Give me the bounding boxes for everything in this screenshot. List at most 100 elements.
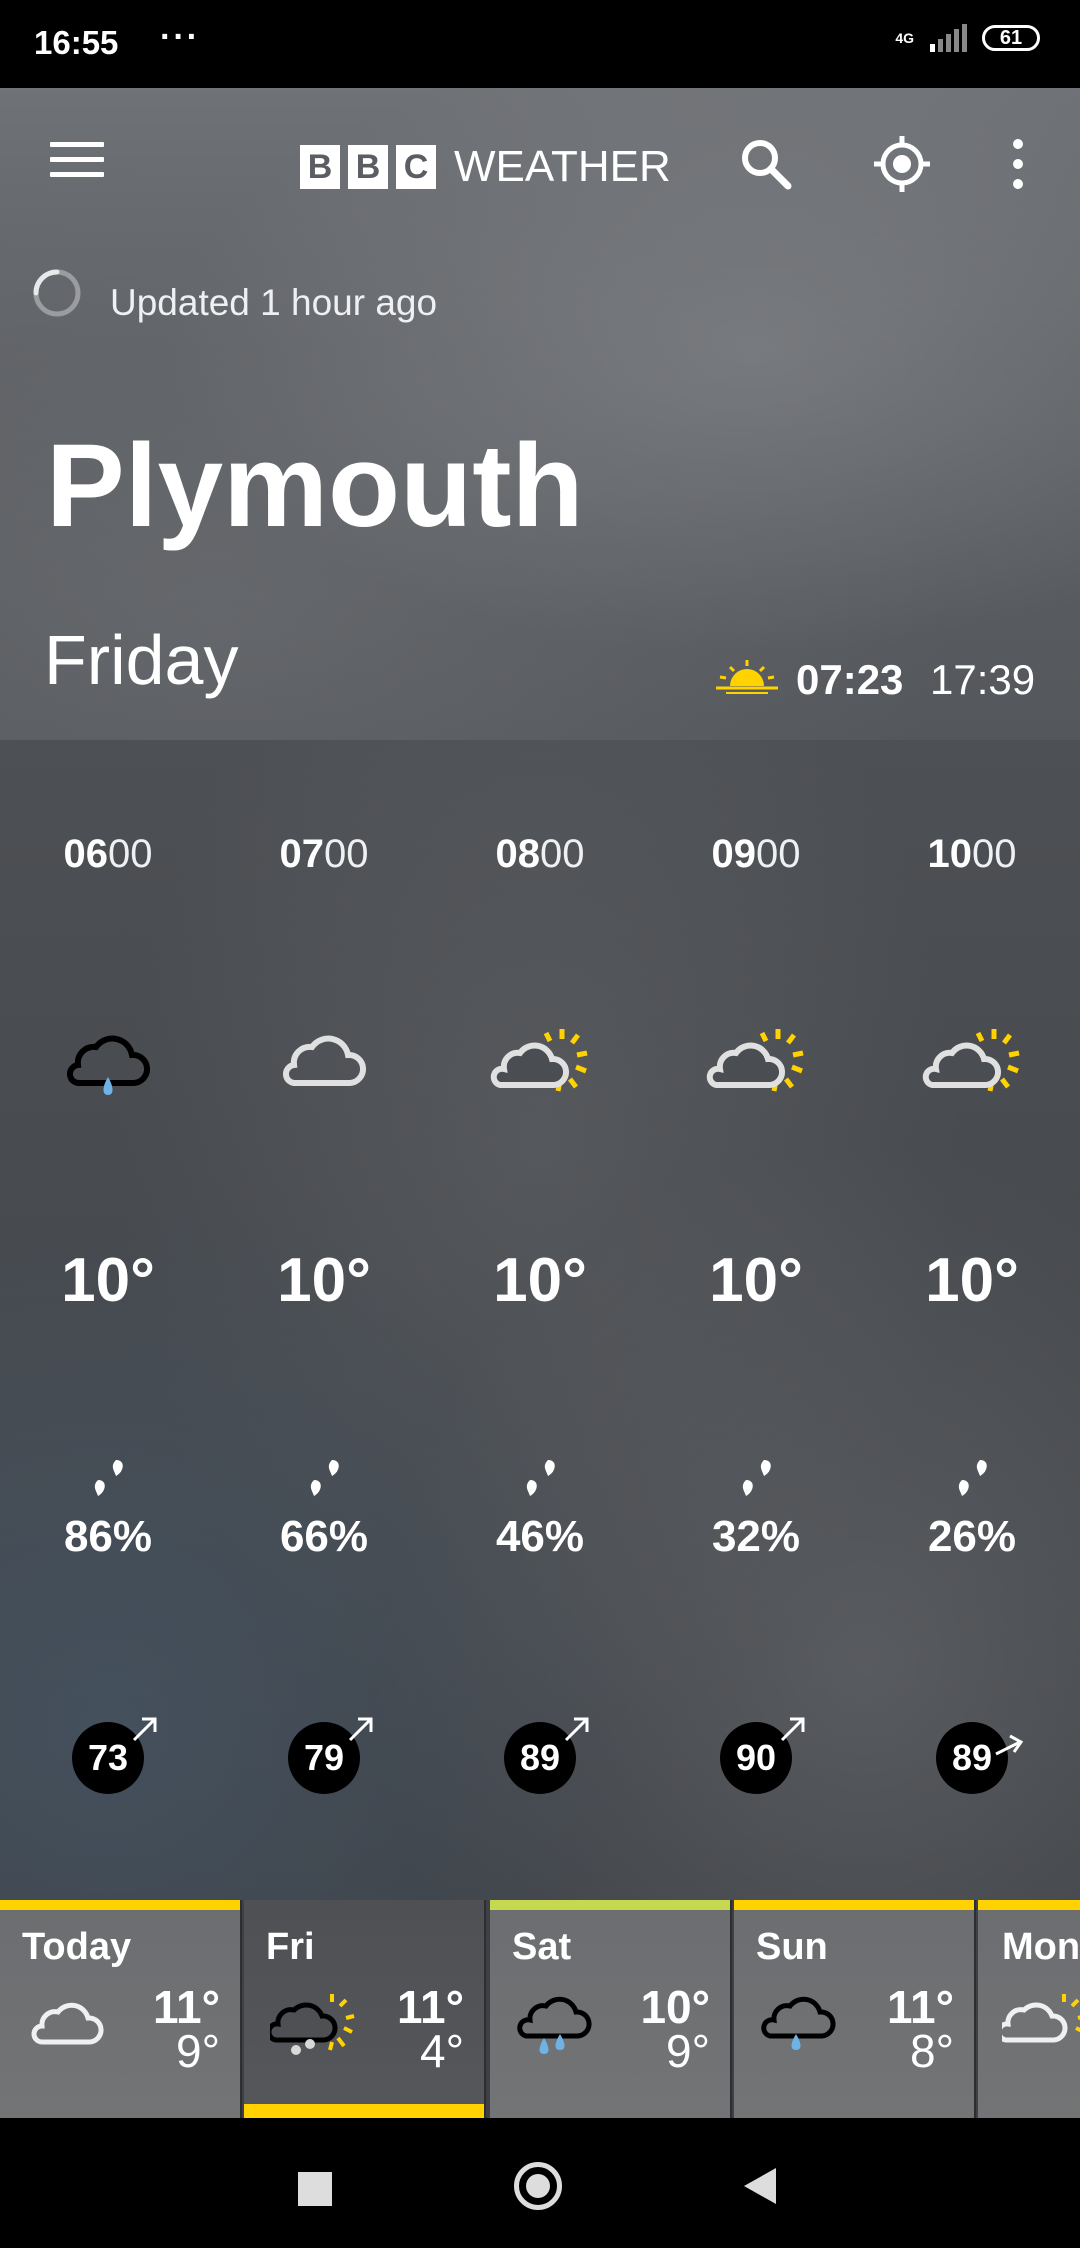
sunset-time: 17:39	[930, 656, 1036, 703]
status-indicators: 4G 61	[895, 24, 1040, 52]
selected-indicator	[244, 2104, 484, 2118]
hour-time-hours: 09	[711, 832, 757, 876]
battery-indicator: 61	[982, 25, 1040, 51]
rain-probability: 86%	[63, 1512, 153, 1561]
bbc-letter: B	[300, 145, 340, 189]
hour-time: 0900	[648, 832, 864, 877]
more-options-icon[interactable]	[990, 134, 1046, 194]
hour-column[interactable]: 0900 10° 32% 90	[648, 740, 864, 1900]
bbc-weather-logo: B B C WEATHER	[300, 142, 671, 192]
bbc-letter: B	[348, 145, 388, 189]
system-nav-bar	[0, 2118, 1080, 2248]
raindrops-icon	[958, 1460, 987, 1496]
location-icon[interactable]	[872, 134, 932, 194]
selected-day: Friday	[44, 621, 239, 699]
hour-column[interactable]: 0600 10° 86% 73	[0, 740, 216, 1900]
day-indicator-bar	[0, 1900, 240, 1910]
hour-time: 0700	[216, 832, 432, 877]
hour-time-hours: 10	[927, 832, 973, 876]
menu-bar	[50, 142, 104, 147]
day-card-sat[interactable]: Sat 10° 9°	[490, 1900, 732, 2118]
status-bar: 16:55 ··· 4G 61	[0, 0, 1080, 88]
rain-probability: 46%	[495, 1512, 585, 1561]
hour-time-hours: 08	[495, 832, 541, 876]
hour-column[interactable]: 0800 10° 46% 89	[432, 740, 648, 1900]
hour-temperature: 10°	[493, 1246, 587, 1315]
raindrops-icon	[742, 1460, 771, 1496]
cloud-icon	[31, 2002, 104, 2045]
bbc-letter: C	[396, 145, 436, 189]
raindrops-icon	[526, 1460, 555, 1496]
day-low-temp: 9°	[176, 2025, 220, 2077]
hour-temperature: 10°	[925, 1246, 1019, 1315]
wind-direction-icon	[132, 1717, 157, 1742]
day-card-today[interactable]: Today 11° 9°	[0, 1900, 242, 2118]
notification-dots: ···	[160, 18, 200, 56]
cloud-icon	[283, 1035, 367, 1087]
daily-forecast[interactable]: Today 11° 9° Fri 11° 4° Sat 10° 9° Sun 1…	[0, 1900, 1080, 2118]
search-icon[interactable]	[736, 134, 796, 194]
wind-direction-icon	[995, 1734, 1024, 1756]
network-indicator: 4G	[895, 31, 914, 45]
hour-temperature: 10°	[709, 1246, 803, 1315]
refresh-spinner-icon[interactable]	[32, 268, 82, 318]
brand-word: WEATHER	[454, 142, 671, 191]
signal-icon	[930, 24, 967, 52]
day-low-temp: 8°	[910, 2025, 954, 2077]
status-time: 16:55	[34, 24, 119, 61]
recent-apps-button[interactable]	[298, 2172, 332, 2206]
hour-time-minutes: 00	[324, 832, 369, 876]
cloud-light-rain-icon	[67, 1035, 151, 1095]
hour-time: 1000	[864, 832, 1080, 877]
day-indicator-bar	[978, 1900, 1080, 1910]
day-name: Mon	[1002, 1926, 1080, 1968]
day-low-temp: 4°	[420, 2025, 464, 2077]
sunrise-icon	[716, 660, 778, 694]
day-indicator-bar	[734, 1900, 974, 1910]
home-button[interactable]	[514, 2162, 562, 2210]
day-card-fri[interactable]: Fri 11° 4°	[244, 1900, 486, 2118]
hour-time-hours: 07	[279, 832, 325, 876]
hour-time: 0600	[0, 832, 216, 877]
location-name: Plymouth	[46, 420, 584, 552]
day-card-mon[interactable]: Mon	[978, 1900, 1080, 2118]
wind-direction-icon	[780, 1717, 805, 1742]
back-button[interactable]	[744, 2168, 776, 2204]
sun-cloud-icon	[706, 1029, 804, 1092]
sleet-sun-icon	[270, 1994, 355, 2055]
hour-time-minutes: 00	[756, 832, 801, 876]
hourly-forecast[interactable]: 0600 10° 86% 73 0700 10° 66% 79 0800 10°…	[0, 740, 1080, 1900]
day-low-temp: 9°	[666, 2025, 710, 2077]
hour-time-hours: 06	[63, 832, 109, 876]
day-name: Sat	[512, 1926, 572, 1968]
hour-time-minutes: 00	[540, 832, 585, 876]
rain-probability: 66%	[279, 1512, 369, 1561]
hour-temperature: 10°	[277, 1246, 371, 1315]
light-rain-cloud-icon	[761, 1996, 836, 2050]
raindrops-icon	[94, 1460, 123, 1496]
hour-time-minutes: 00	[108, 832, 153, 876]
hour-temperature: 10°	[61, 1246, 155, 1315]
network-type: 4G	[895, 30, 914, 46]
day-name: Sun	[756, 1926, 828, 1968]
sunrise-time: 07:23	[796, 656, 904, 703]
raindrops-icon	[310, 1460, 339, 1496]
menu-button[interactable]	[50, 142, 104, 182]
menu-bar	[50, 172, 104, 177]
rain-probability: 32%	[711, 1512, 801, 1561]
updated-status: Updated 1 hour ago	[110, 282, 438, 323]
hour-time-minutes: 00	[972, 832, 1017, 876]
wind-direction-icon	[348, 1717, 373, 1742]
day-indicator-bar	[490, 1900, 730, 1910]
rain-cloud-icon	[517, 1996, 592, 2054]
sun-cloud-icon	[922, 1029, 1020, 1092]
sun-cloud-icon	[1002, 1994, 1080, 2043]
hour-column[interactable]: 1000 10° 26% 89	[864, 740, 1080, 1900]
menu-bar	[50, 157, 104, 162]
day-card-sun[interactable]: Sun 11° 8°	[734, 1900, 976, 2118]
hour-column[interactable]: 0700 10° 66% 79	[216, 740, 432, 1900]
day-name: Fri	[266, 1926, 315, 1968]
day-name: Today	[22, 1926, 132, 1968]
sun-cloud-icon	[490, 1029, 588, 1092]
rain-probability: 26%	[927, 1512, 1017, 1561]
